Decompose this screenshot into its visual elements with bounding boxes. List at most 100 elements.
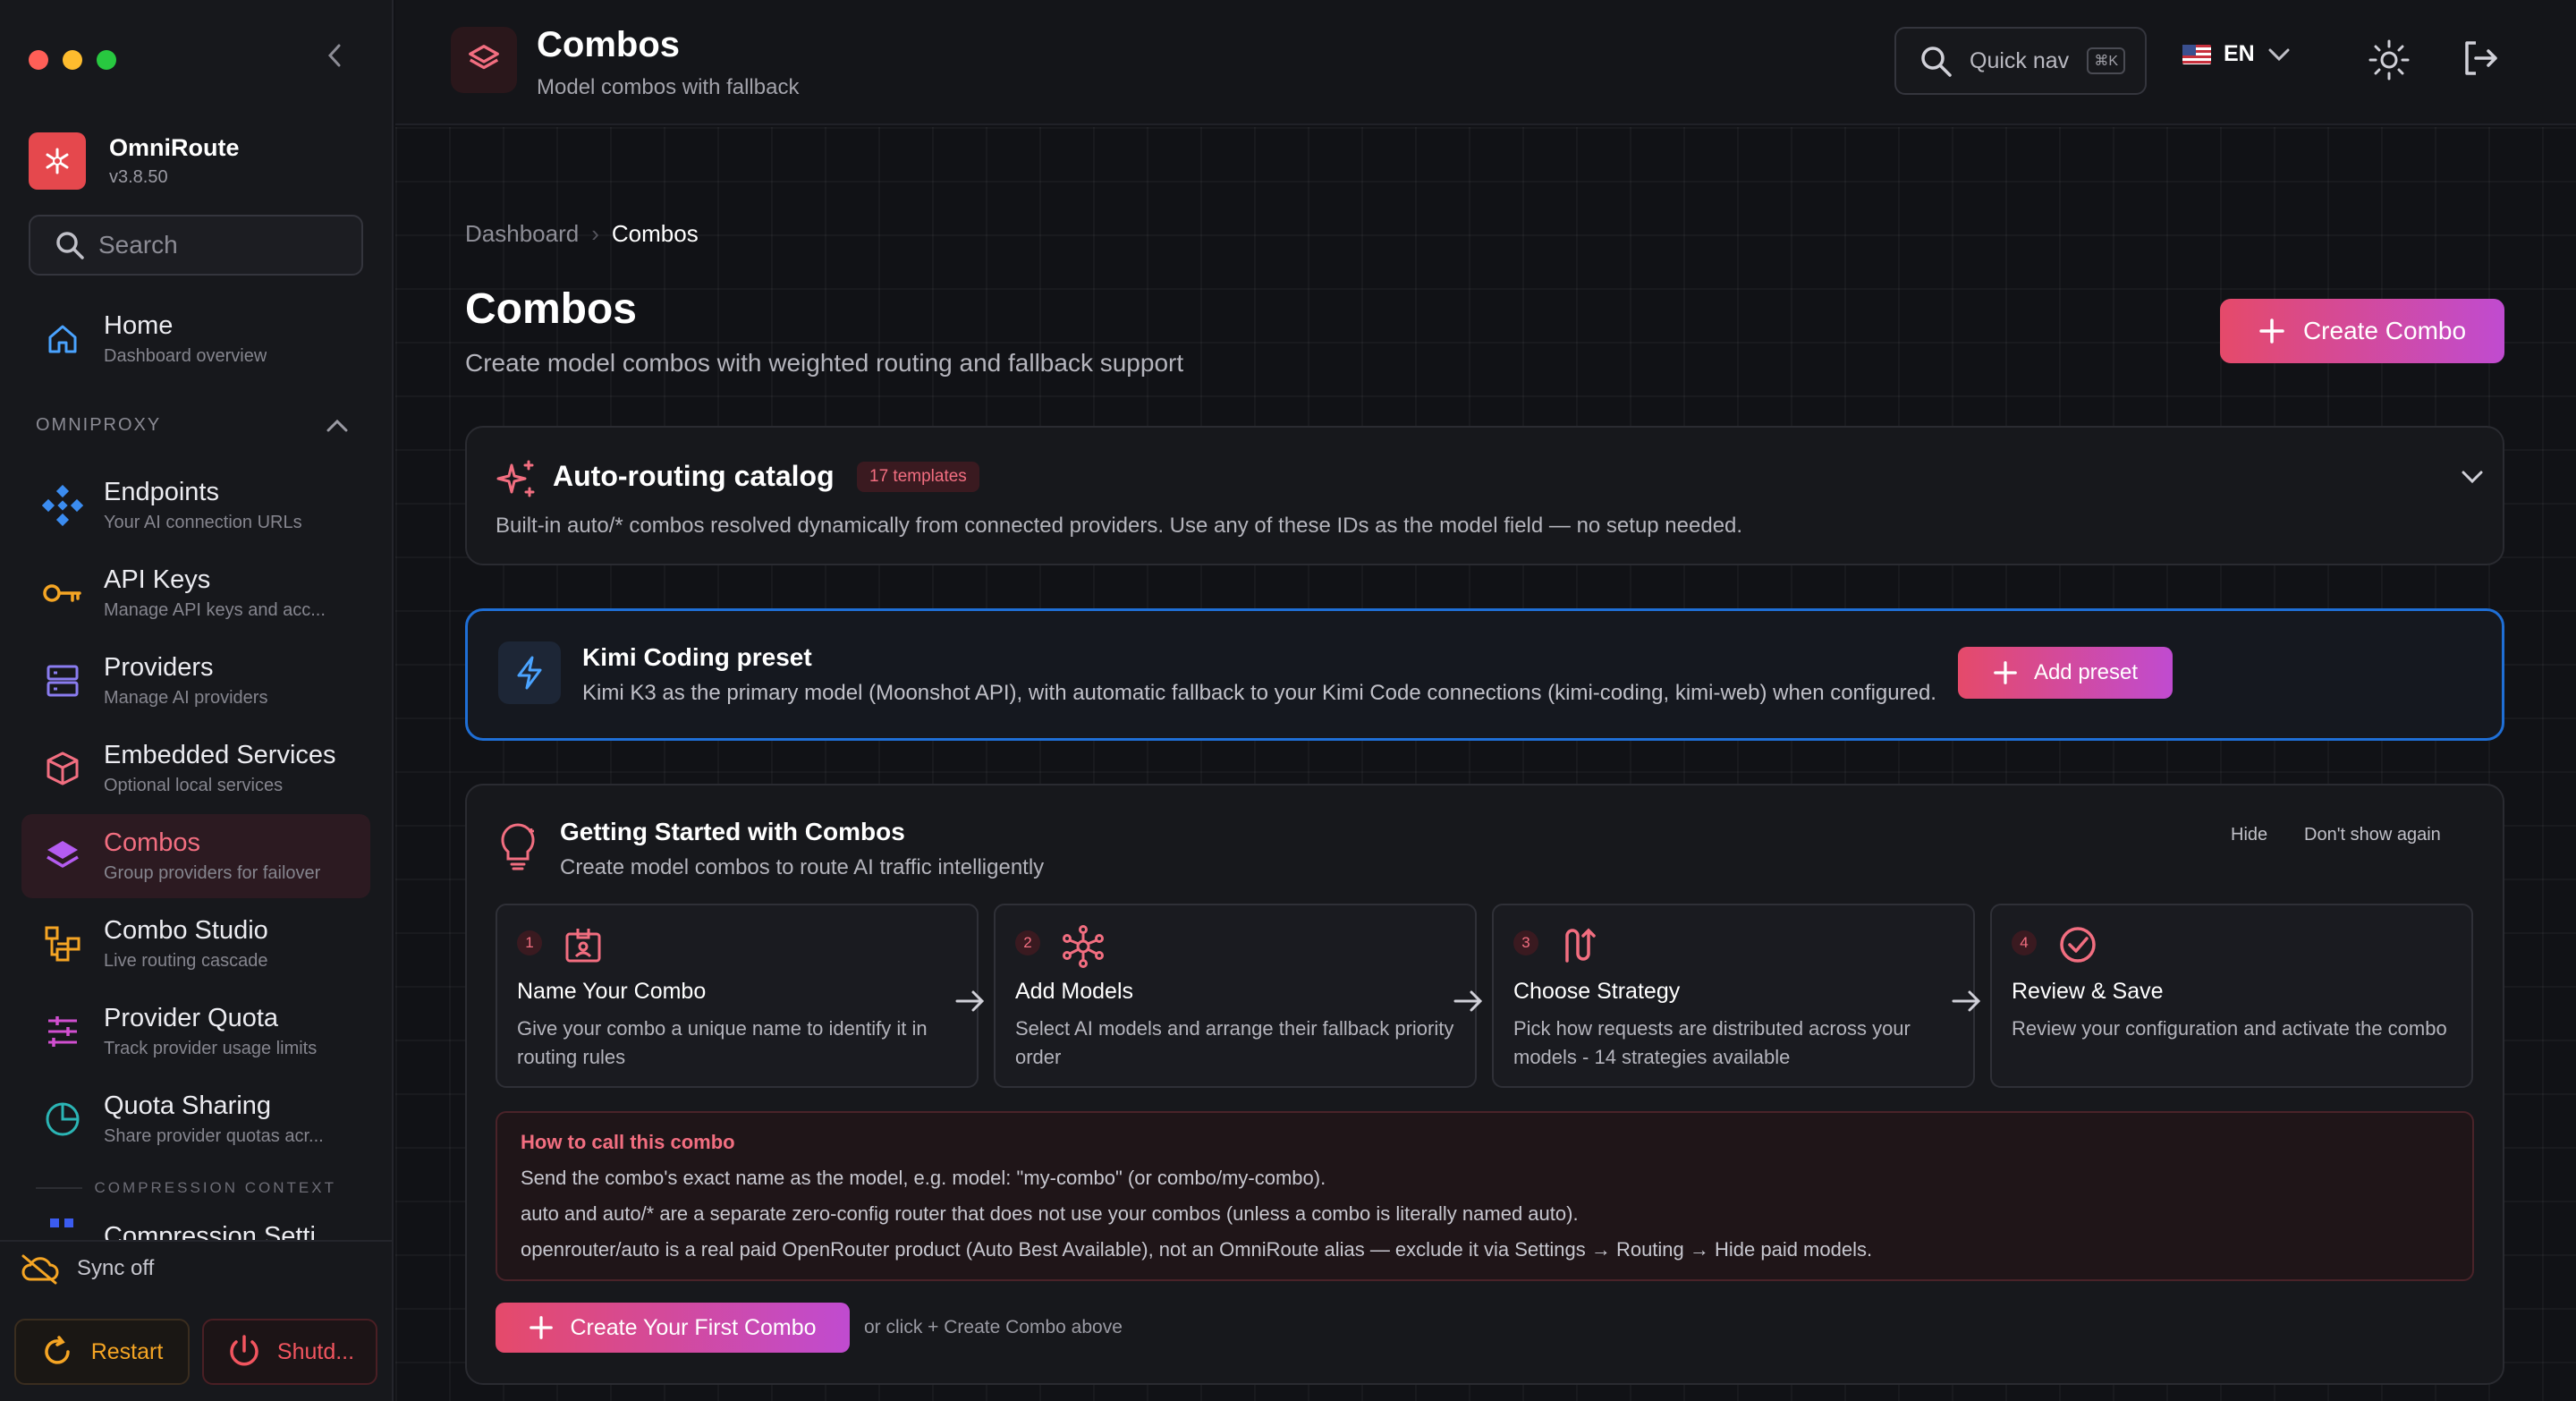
sidebar-item-combos[interactable]: Combos Group providers for failover — [21, 814, 370, 898]
app-version: v3.8.50 — [109, 167, 168, 187]
step-number: 3 — [1513, 930, 1538, 955]
cube-icon — [47, 751, 79, 785]
network-icon — [1063, 925, 1104, 968]
sidebar-item-providers[interactable]: Providers Manage AI providers — [21, 639, 370, 723]
auto-routing-catalog-card[interactable]: Auto-routing catalog 17 templates Built-… — [465, 426, 2504, 565]
sun-icon — [2368, 39, 2410, 81]
logout-icon — [2465, 41, 2497, 75]
kimi-preset-title: Kimi Coding preset — [582, 643, 812, 671]
how-to-call-box: How to call this combo Send the combo's … — [496, 1111, 2474, 1281]
sidebar-search-placeholder: Search — [98, 231, 178, 259]
breadcrumb-current: Combos — [611, 220, 699, 247]
hide-button[interactable]: Hide — [2231, 825, 2267, 845]
sidebar-item-sub: Live routing cascade — [104, 951, 268, 971]
kimi-preset-card: Kimi Coding preset Kimi K3 as the primar… — [465, 608, 2504, 741]
check-circle-icon — [2060, 927, 2096, 963]
step-description: Select AI models and arrange their fallb… — [1015, 1017, 1454, 1068]
app-name: OmniRoute — [109, 134, 240, 161]
sidebar-item-label: Endpoints — [104, 478, 219, 506]
theme-toggle-button[interactable] — [2367, 38, 2411, 87]
sidebar-section-omniproxy[interactable]: OMNIPROXY — [36, 415, 349, 436]
create-first-combo-label: Create Your First Combo — [570, 1314, 817, 1340]
step-title: Add Models — [1015, 979, 1134, 1004]
getting-started-card: Getting Started with Combos Create model… — [465, 784, 2504, 1385]
dont-show-again-button[interactable]: Don't show again — [2304, 825, 2441, 845]
step-title: Name Your Combo — [517, 979, 707, 1004]
catalog-title: Auto-routing catalog — [553, 460, 835, 492]
sidebar-item-sub: Manage API keys and acc... — [104, 600, 326, 620]
id-card-icon — [565, 929, 601, 963]
app-brand[interactable]: OmniRoute v3.8.50 — [29, 132, 240, 190]
chevron-down-icon[interactable] — [2460, 469, 2485, 485]
restart-label: Restart — [90, 1338, 164, 1364]
topbar-subtitle: Model combos with fallback — [537, 75, 800, 99]
shutdown-button[interactable]: Shutd... — [202, 1319, 377, 1385]
layers-icon — [47, 841, 79, 868]
restart-button[interactable]: Restart — [14, 1319, 190, 1385]
sidebar-item-label: Providers — [104, 653, 214, 682]
sync-label: Sync off — [77, 1256, 155, 1280]
chevron-up-icon — [326, 419, 348, 431]
sidebar-item-label: Combo Studio — [104, 916, 268, 945]
create-first-combo-button[interactable]: Create Your First Combo — [496, 1303, 850, 1353]
language-label: EN — [2224, 41, 2255, 66]
sidebar-item-endpoints[interactable]: Endpoints Your AI connection URLs — [21, 463, 370, 548]
bolt-icon — [498, 641, 561, 704]
collapse-sidebar-button[interactable] — [318, 39, 351, 72]
step-description: Review your configuration and activate t… — [2012, 1017, 2447, 1040]
sliders-icon — [48, 1016, 77, 1047]
step-description: Pick how requests are distributed across… — [1513, 1017, 1911, 1068]
arrow-right-icon — [1952, 990, 1981, 1012]
add-preset-button[interactable]: Add preset — [1958, 647, 2173, 699]
topbar-title: Combos — [537, 25, 680, 64]
breadcrumb: Dashboard › Combos — [465, 220, 699, 248]
app-window: OmniRoute v3.8.50 Search Home Dashboard o… — [0, 0, 2576, 1401]
logout-button[interactable] — [2460, 38, 2501, 83]
step-card: 2 Add Models Select AI models and arrang… — [994, 904, 1477, 1088]
sidebar-item-quota-sharing[interactable]: Quota Sharing Share provider quotas acr..… — [21, 1077, 370, 1161]
sidebar-item-label: Compression Setti — [104, 1222, 316, 1240]
arrow-right-icon — [1453, 990, 1483, 1012]
step-card: 4 Review & Save Review your configuratio… — [1990, 904, 2473, 1088]
how-to-call-line: Send the combo's exact name as the model… — [521, 1167, 1326, 1189]
workflow-icon — [45, 926, 80, 962]
sidebar-item-compression-settings[interactable]: Compression Setti — [21, 1204, 370, 1240]
sync-status[interactable]: Sync off — [20, 1252, 154, 1285]
kimi-preset-description: Kimi K3 as the primary model (Moonshot A… — [582, 681, 1936, 705]
maximize-window-button[interactable] — [97, 50, 116, 70]
sidebar-item-api-keys[interactable]: API Keys Manage API keys and acc... — [21, 551, 370, 635]
us-flag-icon — [2182, 44, 2211, 64]
create-combo-button[interactable]: Create Combo — [2220, 299, 2504, 363]
compress-icon — [50, 1218, 73, 1227]
getting-started-title: Getting Started with Combos — [560, 818, 905, 845]
route-icon — [1565, 928, 1596, 963]
sidebar-item-label: Home — [104, 311, 174, 340]
power-icon — [230, 1335, 258, 1366]
sidebar-search-input[interactable]: Search — [29, 215, 363, 276]
sidebar-item-embedded-services[interactable]: Embedded Services Optional local services — [21, 726, 370, 811]
lightbulb-icon — [501, 823, 535, 870]
breadcrumb-dashboard[interactable]: Dashboard — [465, 220, 579, 248]
step-number: 1 — [517, 930, 542, 955]
catalog-description: Built-in auto/* combos resolved dynamica… — [496, 514, 1743, 538]
sidebar-item-sub: Dashboard overview — [104, 346, 267, 366]
search-icon — [56, 232, 84, 259]
sparkles-icon — [496, 460, 535, 497]
page-subtitle: Create model combos with weighted routin… — [465, 349, 1184, 377]
close-window-button[interactable] — [29, 50, 48, 70]
sidebar-item-home[interactable]: Home Dashboard overview — [21, 297, 370, 381]
page-title: Combos — [465, 285, 637, 333]
minimize-window-button[interactable] — [63, 50, 82, 70]
create-combo-label: Create Combo — [2302, 317, 2467, 344]
sidebar-item-provider-quota[interactable]: Provider Quota Track provider usage limit… — [21, 989, 370, 1074]
plus-icon — [530, 1316, 554, 1339]
quick-nav-label: Quick nav — [1970, 47, 2070, 73]
how-to-call-line: openrouter/auto is a real paid OpenRoute… — [521, 1238, 1873, 1261]
sidebar-item-combo-studio[interactable]: Combo Studio Live routing cascade — [21, 902, 370, 986]
templates-badge: 17 templates — [857, 462, 979, 492]
language-selector[interactable]: EN — [2182, 41, 2291, 67]
or-hint-text: or click + Create Combo above — [864, 1317, 1123, 1337]
top-bar: Combos Model combos with fallback Quick … — [395, 0, 2576, 125]
quick-nav-button[interactable]: Quick nav ⌘K — [1894, 27, 2147, 95]
sidebar-item-sub: Optional local services — [104, 776, 284, 795]
